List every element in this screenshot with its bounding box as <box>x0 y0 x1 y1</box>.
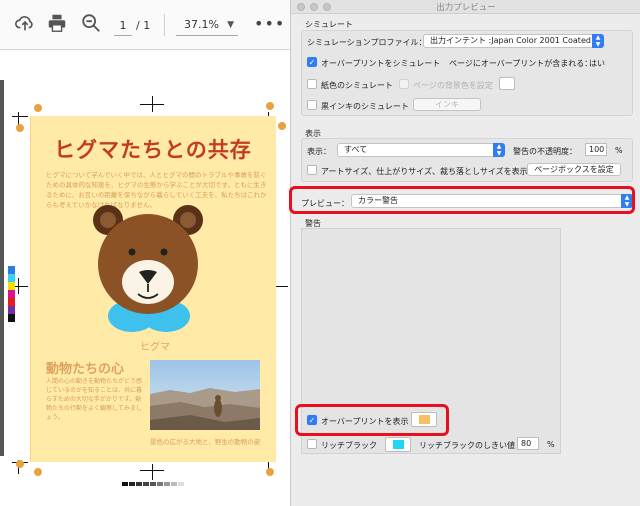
display-select[interactable]: すべて ▲ ▼ <box>337 143 505 157</box>
display-value: すべて <box>344 145 368 154</box>
preview-highlight <box>289 186 635 214</box>
gray-step <box>164 482 170 486</box>
bear-illustration <box>93 205 203 332</box>
chevron-updown-icon: ▲ ▼ <box>493 143 505 157</box>
profile-select[interactable]: 出力インテント :Japan Color 2001 Coated ▲ ▼ <box>423 34 604 48</box>
zoom-out-icon[interactable] <box>80 12 104 36</box>
crop-mark <box>152 96 153 112</box>
canvas-edge-bar <box>0 80 4 456</box>
crop-mark <box>152 464 153 480</box>
page-bg-color-well[interactable] <box>499 77 515 90</box>
page-number-input[interactable]: 1 <box>114 16 132 36</box>
crop-mark <box>18 278 19 294</box>
gray-step <box>157 482 163 486</box>
page-bg-checkbox[interactable] <box>399 79 409 89</box>
page-overprint-value: はい <box>589 59 605 68</box>
rich-black-checkbox[interactable] <box>307 439 317 449</box>
overprint-highlight <box>295 404 449 436</box>
gray-step <box>171 482 177 486</box>
display-label: 表示： <box>307 147 331 156</box>
registration-mark <box>278 122 286 130</box>
registration-mark <box>34 104 42 112</box>
simulate-heading: シミュレート <box>305 20 353 29</box>
more-icon[interactable]: ••• <box>254 14 285 33</box>
registration-mark <box>266 468 274 476</box>
overprint-sim-checkbox[interactable]: ✓ <box>307 57 317 67</box>
color-bar-swatch <box>8 290 15 298</box>
color-bar-swatch <box>8 266 15 274</box>
rich-black-threshold-label: リッチブラックのしきい値 <box>419 441 515 450</box>
zoom-select[interactable]: 37.1% ▼ <box>176 14 238 36</box>
paper-sim-checkbox[interactable] <box>307 79 317 89</box>
warn-opacity-input[interactable]: 100 <box>585 143 607 156</box>
crop-mark <box>12 116 28 117</box>
photo-caption: 景色の広がる大地と、野生の動物の姿 <box>150 438 261 446</box>
color-bar-swatch <box>8 282 15 290</box>
color-bar-swatch <box>8 274 15 282</box>
gray-step <box>122 482 128 486</box>
page-overprint-label: ページにオーバープリントが含まれる： <box>449 59 593 68</box>
registration-mark <box>16 460 24 468</box>
chevron-updown-icon: ▲ ▼ <box>592 34 604 48</box>
section-title: 動物たちの心 <box>46 362 125 377</box>
profile-value: 出力インテント :Japan Color 2001 Coated <box>430 36 591 45</box>
artsize-label: アートサイズ、仕上がりサイズ、裁ち落としサイズを表示 <box>321 167 528 176</box>
profile-label: シミュレーションプロファイル： <box>307 38 427 47</box>
acrobat-toolbar: 1 / 1 37.1% ▼ ••• <box>0 0 290 50</box>
section-paragraph: 人間の心の動きを動物たちがどう感じているのかを知ることは、共に暮らすための大切な… <box>46 378 143 421</box>
window-titlebar: 出力プレビュー <box>291 0 640 14</box>
rich-black-label: リッチブラック <box>321 441 377 450</box>
toolbar-divider <box>164 14 165 36</box>
canyon-photo <box>150 360 260 430</box>
paper-sim-label: 紙色のシミュレート <box>321 81 393 90</box>
gray-step <box>150 482 156 486</box>
output-preview-panel: 出力プレビュー シミュレート シミュレーションプロファイル： 出力インテント :… <box>289 0 640 506</box>
black-ink-checkbox[interactable] <box>307 100 317 110</box>
registration-mark <box>266 102 274 110</box>
document-title: ヒグマたちとの共存 <box>54 138 252 162</box>
zoom-value: 37.1% <box>184 18 219 31</box>
rich-black-threshold-percent: % <box>547 440 555 449</box>
registration-mark <box>34 468 42 476</box>
pagebox-button[interactable]: ページボックスを設定 <box>527 163 621 176</box>
caret-down-icon: ▼ <box>227 20 234 30</box>
gray-step <box>129 482 135 486</box>
warn-opacity-label: 警告の不透明度： <box>513 147 577 156</box>
color-bar-swatch <box>8 306 15 314</box>
gray-step <box>178 482 184 486</box>
window-title: 出力プレビュー <box>436 3 496 13</box>
artsize-checkbox[interactable] <box>307 165 317 175</box>
overprint-sim-label: オーバープリントをシミュレート <box>321 59 441 68</box>
black-ink-label: 黒インキのシミュレート <box>321 102 409 111</box>
print-icon[interactable] <box>46 12 70 36</box>
color-bar-swatch <box>8 298 15 306</box>
ink-button[interactable]: インキ <box>413 98 481 111</box>
upload-icon[interactable] <box>14 12 38 36</box>
page-total: / 1 <box>136 19 151 32</box>
registration-mark <box>16 124 24 132</box>
page-bg-label: ページの背景色を設定 <box>413 81 493 90</box>
warn-opacity-percent: % <box>615 146 623 155</box>
gray-step <box>136 482 142 486</box>
bear-caption: ヒグマ <box>140 342 170 353</box>
gray-step <box>143 482 149 486</box>
rich-black-color-well[interactable] <box>385 437 411 452</box>
rich-black-swatch <box>393 440 404 449</box>
crop-mark <box>276 286 288 287</box>
rich-black-threshold-input[interactable]: 80 <box>517 437 539 450</box>
color-bar-swatch <box>8 314 15 322</box>
